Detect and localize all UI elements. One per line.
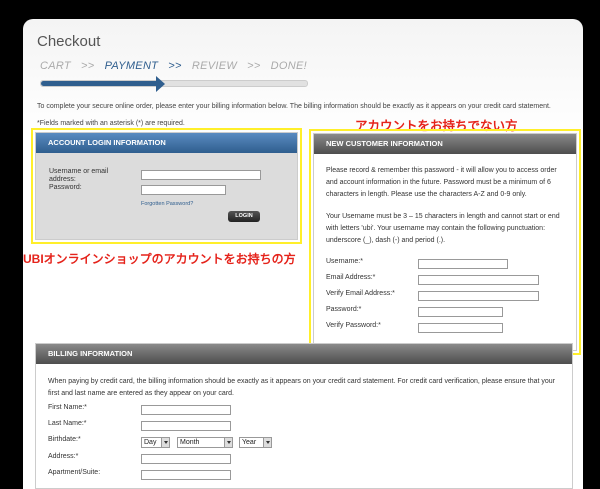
first-name-label: First Name:*: [48, 404, 87, 411]
password-instructions: Please record & remember this password -…: [326, 167, 557, 198]
new-password-label: Password:*: [326, 306, 362, 313]
address-label: Address:*: [48, 453, 79, 460]
new-customer-panel-header: NEW CUSTOMER INFORMATION: [314, 134, 576, 154]
last-name-label: Last Name:*: [48, 420, 87, 427]
username-label: Username or email address:: [49, 168, 109, 183]
login-button[interactable]: LOGIN: [228, 211, 260, 222]
login-username-input[interactable]: [141, 170, 261, 180]
billing-note: When paying by credit card, the billing …: [48, 378, 555, 397]
verify-email-input[interactable]: [418, 291, 539, 301]
address-input[interactable]: [141, 454, 231, 464]
verify-email-label: Verify Email Address:*: [326, 290, 395, 297]
birth-year-value: Year: [242, 439, 257, 446]
checkout-steps: CART >> PAYMENT >> REVIEW >> DONE!: [40, 60, 307, 72]
verify-password-label: Verify Password:*: [326, 322, 381, 329]
birth-year-select[interactable]: Year: [239, 437, 272, 448]
billing-panel: BILLING INFORMATION When paying by credi…: [35, 343, 573, 489]
first-name-input[interactable]: [141, 405, 231, 415]
step-review: REVIEW: [191, 60, 238, 72]
last-name-input[interactable]: [141, 421, 231, 431]
birth-month-select[interactable]: Month: [177, 437, 233, 448]
new-customer-panel: NEW CUSTOMER INFORMATION Please record &…: [313, 133, 577, 351]
progress-fill: [41, 81, 160, 86]
step-separator: >>: [168, 60, 182, 72]
birth-day-value: Day: [144, 439, 157, 446]
apartment-input[interactable]: [141, 470, 231, 480]
step-separator: >>: [247, 60, 261, 72]
progress-arrow-icon: [156, 76, 166, 92]
birth-day-select[interactable]: Day: [141, 437, 170, 448]
apartment-label: Apartment/Suite:: [48, 469, 101, 476]
step-done: DONE!: [270, 60, 307, 72]
intro-text: To complete your secure online order, pl…: [37, 103, 551, 110]
new-username-input[interactable]: [418, 259, 508, 269]
verify-password-input[interactable]: [418, 323, 503, 333]
new-username-label: Username:*: [326, 258, 363, 265]
new-password-input[interactable]: [418, 307, 503, 317]
checkout-page: Checkout CART >> PAYMENT >> REVIEW >> DO…: [23, 19, 583, 489]
username-instructions: Your Username must be 3 – 15 characters …: [326, 213, 560, 244]
login-panel-header: ACCOUNT LOGIN INFORMATION: [36, 133, 297, 153]
chevron-down-icon: [224, 438, 232, 447]
billing-panel-header: BILLING INFORMATION: [36, 344, 572, 364]
required-note: *Fields marked with an asterisk (*) are …: [37, 120, 185, 127]
account-login-panel: ACCOUNT LOGIN INFORMATION Username or em…: [35, 132, 298, 240]
step-separator: >>: [81, 60, 95, 72]
forgot-password-link[interactable]: Forgotten Password?: [141, 201, 193, 207]
annotation-login: UBIオンラインショップのアカウントをお持ちの方: [23, 252, 296, 266]
login-password-input[interactable]: [141, 185, 226, 195]
birthdate-label: Birthdate:*: [48, 436, 81, 443]
email-label: Email Address:*: [326, 274, 376, 281]
email-input[interactable]: [418, 275, 539, 285]
password-label: Password:: [49, 184, 82, 191]
chevron-down-icon: [161, 438, 169, 447]
chevron-down-icon: [263, 438, 271, 447]
page-title: Checkout: [37, 33, 101, 50]
birth-month-value: Month: [180, 439, 200, 446]
step-payment: PAYMENT: [104, 60, 159, 72]
step-cart: CART: [40, 60, 71, 72]
checkout-progress-bar: [40, 76, 308, 92]
